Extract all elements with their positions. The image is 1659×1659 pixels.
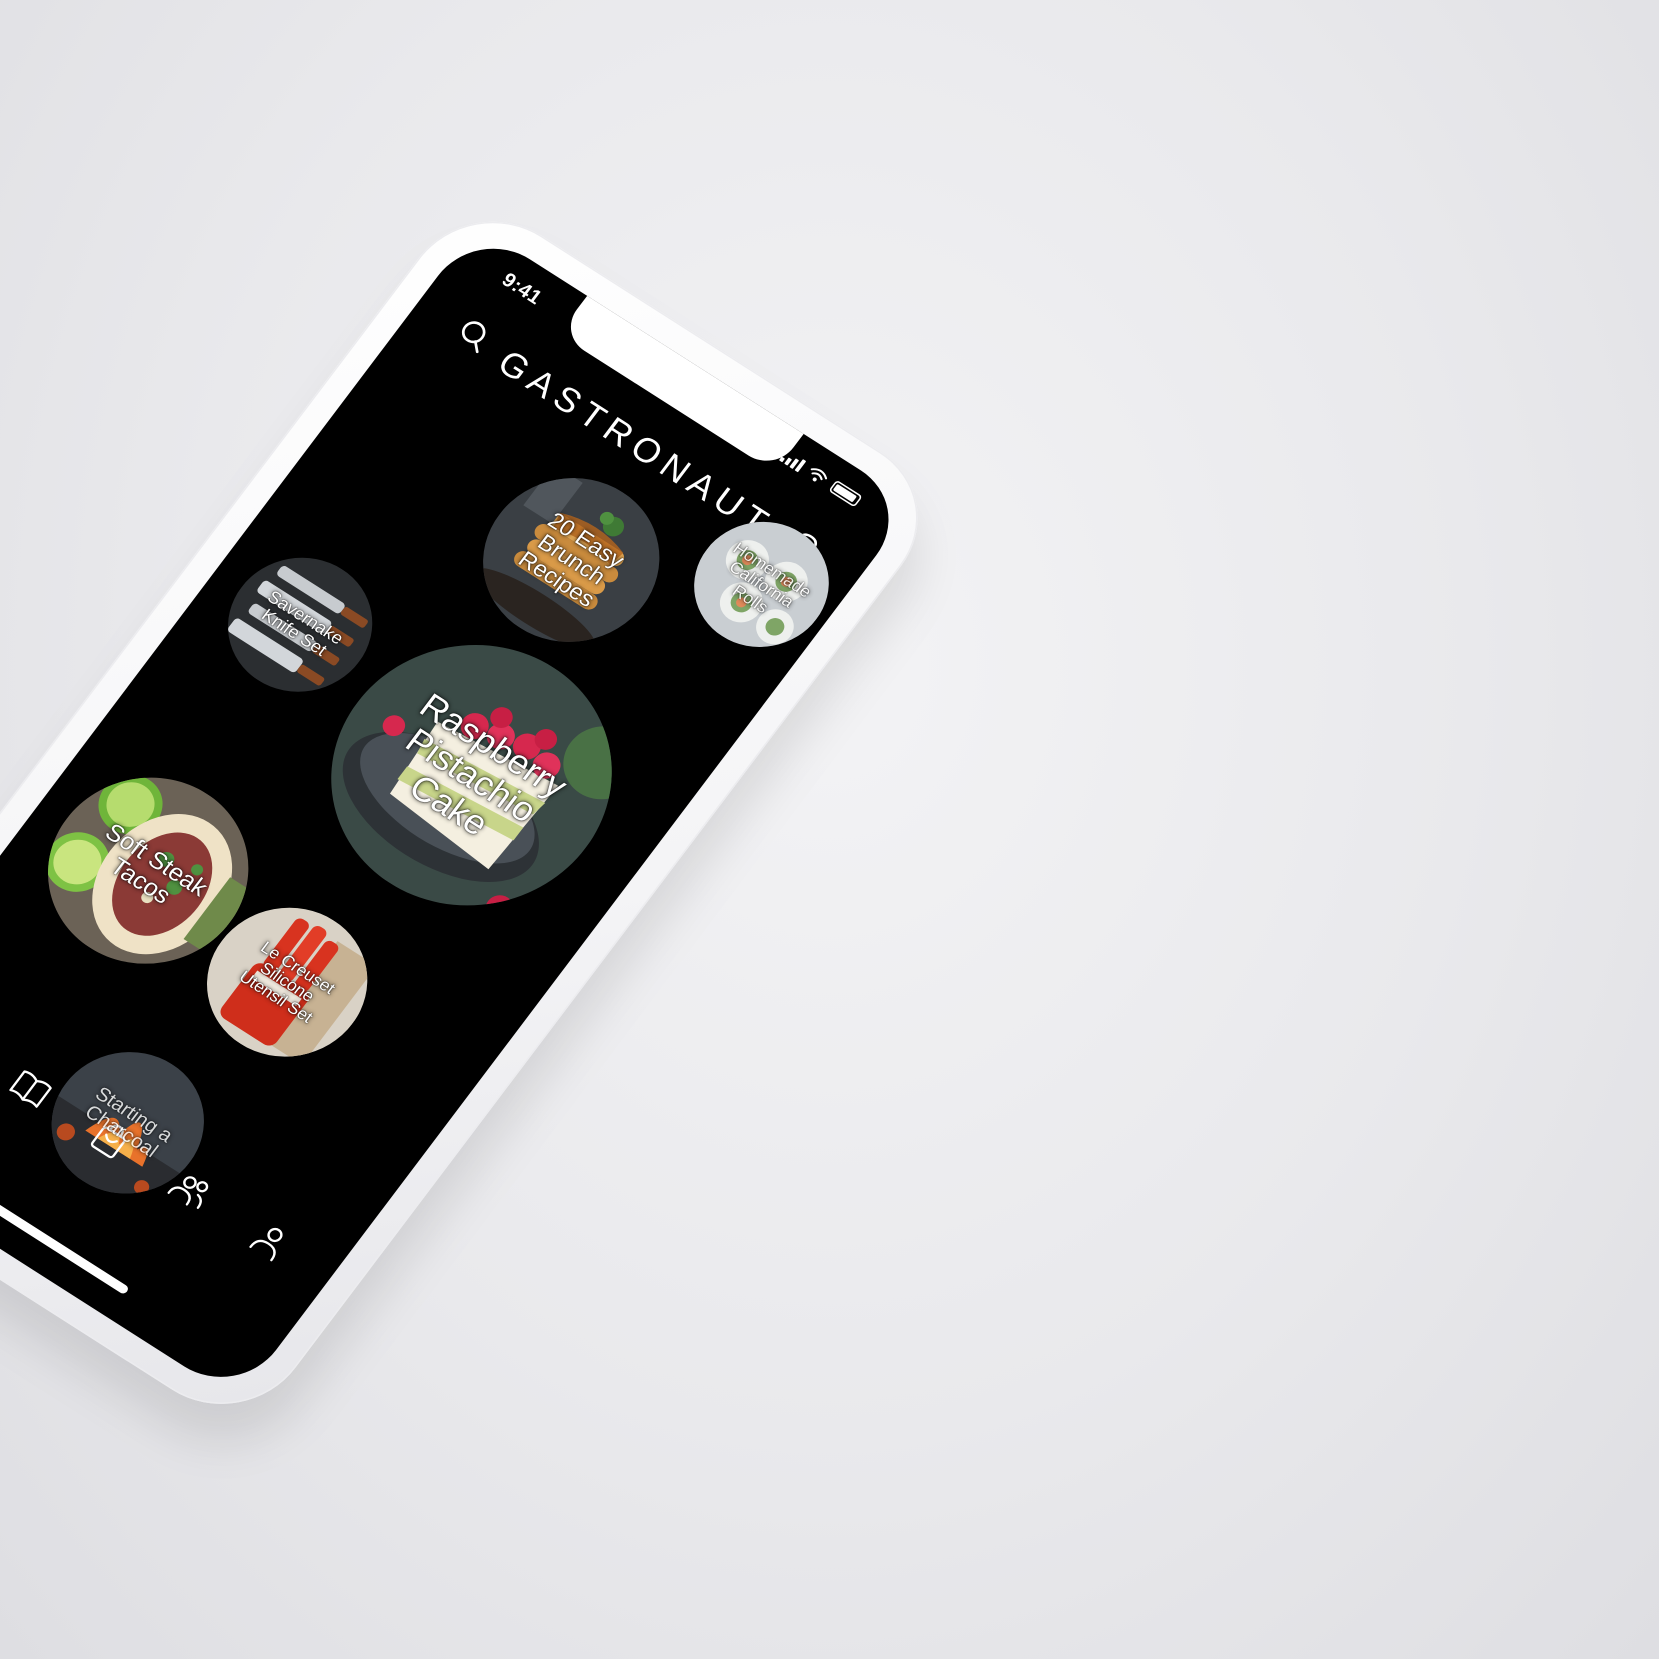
camera-notch (558, 294, 805, 473)
profile-icon[interactable] (239, 1212, 302, 1270)
phone-mockup: 9:41 GASTRONAUT 20 Easy Brunch Recipes H… (0, 190, 953, 1436)
app-screen: 9:41 GASTRONAUT 20 Easy Brunch Recipes H… (0, 225, 915, 1401)
status-icons (778, 448, 863, 508)
book-icon[interactable] (0, 1059, 62, 1117)
battery-icon (828, 479, 863, 508)
feed-item-california-rolls[interactable]: Homemade California Rolls (667, 497, 856, 672)
status-time: 9:41 (497, 267, 547, 309)
community-icon[interactable] (159, 1161, 222, 1219)
wifi-icon (810, 468, 828, 482)
